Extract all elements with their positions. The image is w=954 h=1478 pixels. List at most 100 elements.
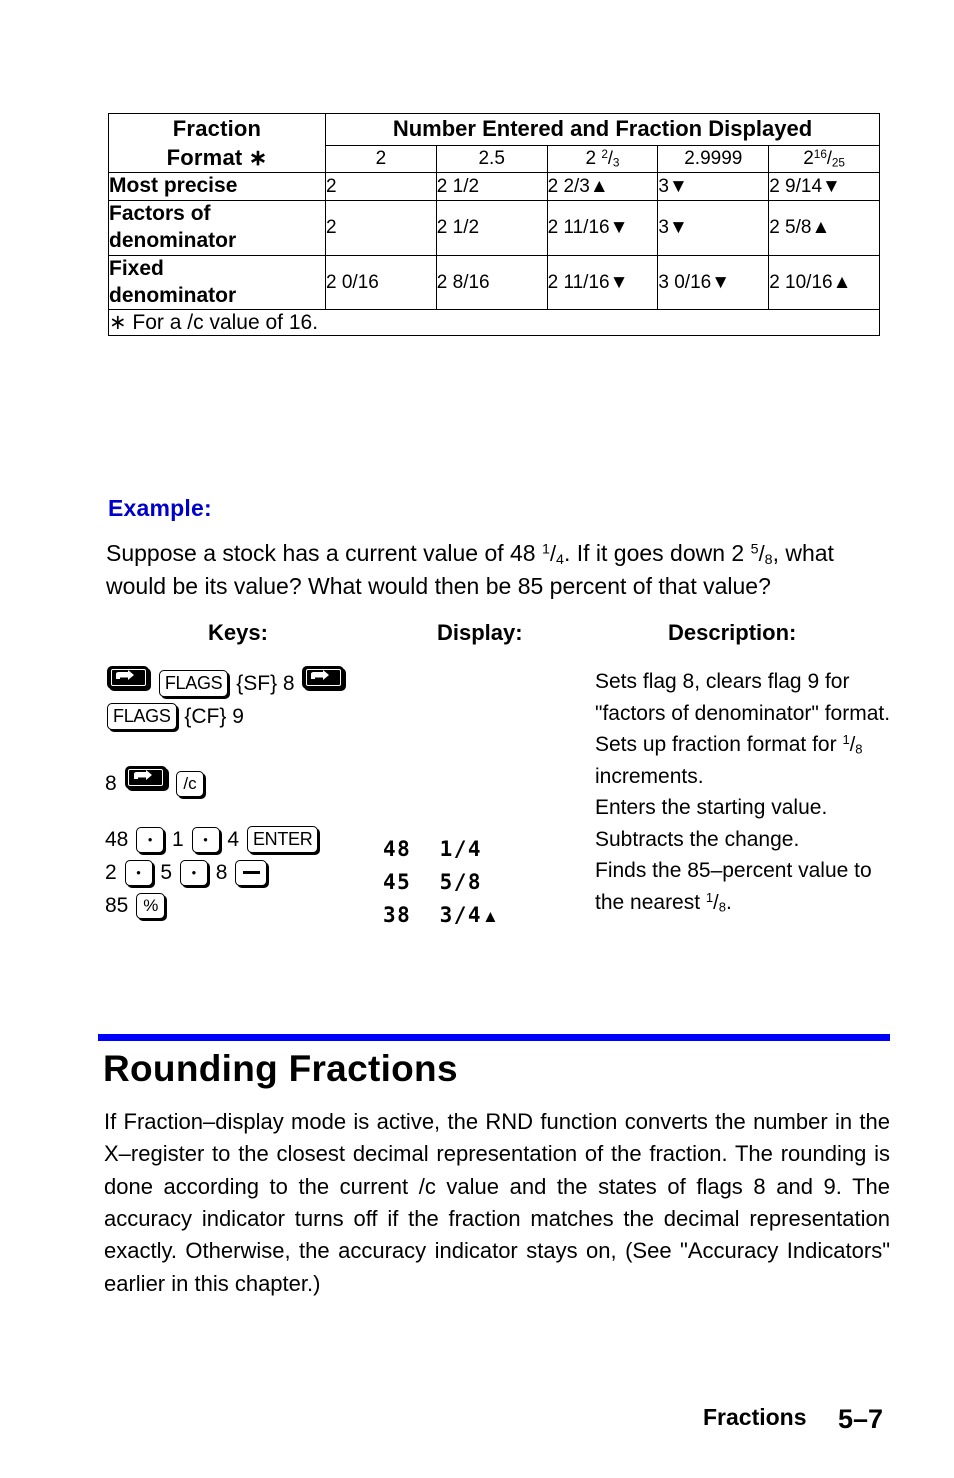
- description-column: Sets flag 8, clears flag 9 for "factors …: [595, 666, 895, 919]
- percent-key[interactable]: %: [136, 892, 166, 919]
- cell-r0-c4: 2 9/14▼: [768, 172, 880, 201]
- header-fraction-format-line2: Format ∗: [166, 145, 268, 171]
- table-row: Fixed denominator 2 0/16 2 8/16 2 11/16▼…: [108, 254, 880, 311]
- table-row: Factors of denominator 2 2 1/2 2 11/16▼ …: [108, 199, 880, 256]
- flags-key[interactable]: FLAGS: [107, 702, 177, 730]
- header-number-entered: Number Entered and Fraction Displayed: [325, 113, 880, 146]
- decimal-point-key[interactable]: [179, 860, 208, 886]
- keys-row-2: 8 /c: [105, 765, 395, 801]
- cell-r0-c2: 2 2/3▲: [546, 172, 659, 201]
- example-text-part2: . If it goes down 2: [563, 540, 751, 566]
- accuracy-indicator-icon: ▲: [482, 906, 499, 926]
- description-row-4: Subtracts the change.: [595, 827, 800, 851]
- description-row-1: Sets flag 8, clears flag 9 for "factors …: [595, 670, 891, 725]
- row-label-line2: denominator: [109, 283, 237, 307]
- header-fraction-format: Fraction Format ∗: [108, 112, 326, 174]
- keys-row-3: 48 1 4 ENTER: [105, 824, 395, 857]
- cell-r1-c1: 2 1/2: [435, 199, 548, 256]
- decimal-point-key[interactable]: [124, 860, 153, 886]
- description-row-2: Sets up fraction format for 1/8 incremen…: [595, 729, 895, 792]
- description-row-2-part2: increments.: [595, 764, 704, 788]
- cell-r0-c0: 2: [325, 172, 437, 201]
- subheader-col-5: 216/25: [768, 144, 880, 174]
- description-row-5-part1: Finds the 85–percent value to the neares…: [595, 859, 872, 914]
- keys-row-5-prefix: 85: [105, 893, 129, 917]
- cell-r2-c1: 2 8/16: [435, 254, 548, 311]
- keys-column: FLAGS {SF} 8 FLAGS {CF} 9 8 /c 48 1 4 EN…: [105, 666, 395, 923]
- cell-r1-c2: 2 11/16▼: [546, 199, 659, 256]
- table-footnote: ∗ For a /c value of 16.: [108, 309, 880, 337]
- over-c-key[interactable]: /c: [176, 770, 204, 797]
- row-label-fixed-denominator: Fixed denominator: [108, 254, 326, 311]
- description-row-3: Enters the starting value.: [595, 796, 828, 820]
- flags-key[interactable]: FLAGS: [158, 670, 229, 697]
- display-row-5: 38 3/4▲: [383, 899, 573, 932]
- minus-key-icon[interactable]: [235, 860, 268, 886]
- header-fraction-format-line1: Fraction: [172, 116, 262, 141]
- example-paragraph: Suppose a stock has a current value of 4…: [106, 537, 892, 602]
- fraction-format-table: Fraction Format ∗ Number Entered and Fra…: [108, 112, 880, 337]
- table-row: Most precise 2 2 1/2 2 2/3▲ 3▼ 2 9/14▼: [108, 172, 880, 201]
- keys-row-2-prefix: 8: [105, 771, 117, 795]
- description-row-5-part2: .: [725, 890, 732, 914]
- column-header-description: Description:: [668, 620, 797, 645]
- footer-chapter-name: Fractions: [703, 1404, 807, 1430]
- decimal-point-key[interactable]: [191, 827, 220, 854]
- cell-r1-c4: 2 5/8▲: [768, 199, 880, 256]
- row-label-factors-of-denominator: Factors of denominator: [108, 199, 326, 256]
- keys-row-4-prefix: 2: [105, 861, 117, 884]
- cell-r1-c0: 2: [325, 199, 437, 256]
- row-label-line2: denominator: [109, 228, 237, 252]
- display-row-4: 45 5/8: [383, 869, 483, 894]
- row-label-most-precise: Most precise: [108, 172, 326, 201]
- subheader-col-4: 2.9999: [657, 144, 770, 174]
- description-row-2-part1: Sets up fraction format for: [595, 733, 843, 756]
- shift-key-icon[interactable]: [302, 666, 345, 689]
- keys-row-1-cf-label: {CF} 9: [184, 704, 244, 728]
- cell-r2-c2: 2 11/16▼: [546, 254, 659, 311]
- footer-page-number: 5–7: [838, 1404, 884, 1434]
- keys-row-3-prefix: 48: [105, 828, 129, 852]
- column-header-keys: Keys:: [208, 620, 268, 645]
- keys-row-4-digit-1: 5: [160, 861, 173, 884]
- example-frac1-denominator: 4: [556, 551, 564, 568]
- decimal-point-key[interactable]: [136, 827, 165, 854]
- description-row-2-frac-den: 8: [855, 741, 863, 757]
- cell-r2-c0: 2 0/16: [325, 254, 437, 311]
- subheader-col-1: 2: [325, 144, 437, 174]
- example-frac1-numerator: 1: [542, 541, 550, 558]
- description-row-5-frac-den: 8: [718, 899, 726, 915]
- keys-row-1-sf-label: {SF} 8: [236, 672, 295, 695]
- shift-key-icon[interactable]: [124, 765, 167, 789]
- row-label-line1: Factors of: [109, 201, 211, 225]
- subheader-col-2: 2.5: [435, 144, 548, 174]
- example-frac2-denominator: 8: [764, 551, 773, 568]
- section-divider-rule: [98, 1034, 890, 1041]
- cell-r2-c3: 3 0/16▼: [657, 254, 770, 311]
- cell-r0-c1: 2 1/2: [435, 172, 548, 201]
- example-text-part1: Suppose a stock has a current value of 4…: [106, 540, 542, 566]
- table-header-row-1: Fraction Format ∗ Number Entered and Fra…: [108, 112, 880, 174]
- cell-r0-c3: 3▼: [657, 172, 770, 201]
- display-row-3: 48 1/4: [383, 837, 483, 861]
- keys-row-1-line-1: FLAGS {SF} 8: [105, 666, 395, 701]
- example-heading: Example:: [108, 495, 212, 521]
- row-label-line1: Fixed: [109, 256, 164, 280]
- display-row-5-value: 38 3/4: [383, 902, 483, 927]
- description-row-2-frac-num: 1: [842, 732, 850, 748]
- keys-row-4: 2 5 8: [105, 857, 395, 890]
- description-row-5: Finds the 85–percent value to the neares…: [595, 855, 895, 918]
- example-frac2-numerator: 5: [750, 541, 759, 558]
- enter-key[interactable]: ENTER: [246, 826, 319, 854]
- keys-row-5: 85 %: [105, 890, 395, 923]
- column-header-display: Display:: [437, 620, 523, 645]
- keys-row-1-line-2: FLAGS {CF} 9: [105, 701, 395, 734]
- cell-r2-c4: 2 10/16▲: [768, 254, 880, 311]
- table-footnote-row: ∗ For a /c value of 16.: [108, 309, 880, 337]
- section-title: Rounding Fractions: [103, 1048, 458, 1089]
- shift-key-icon[interactable]: [107, 666, 149, 689]
- keys-row-4-digit-2: 8: [215, 861, 228, 884]
- display-column: 48 1/4 45 5/8 38 3/4▲: [383, 833, 573, 931]
- keys-row-3-digit-2: 4: [227, 828, 240, 852]
- subheader-col-3: 2 2/3: [546, 144, 659, 174]
